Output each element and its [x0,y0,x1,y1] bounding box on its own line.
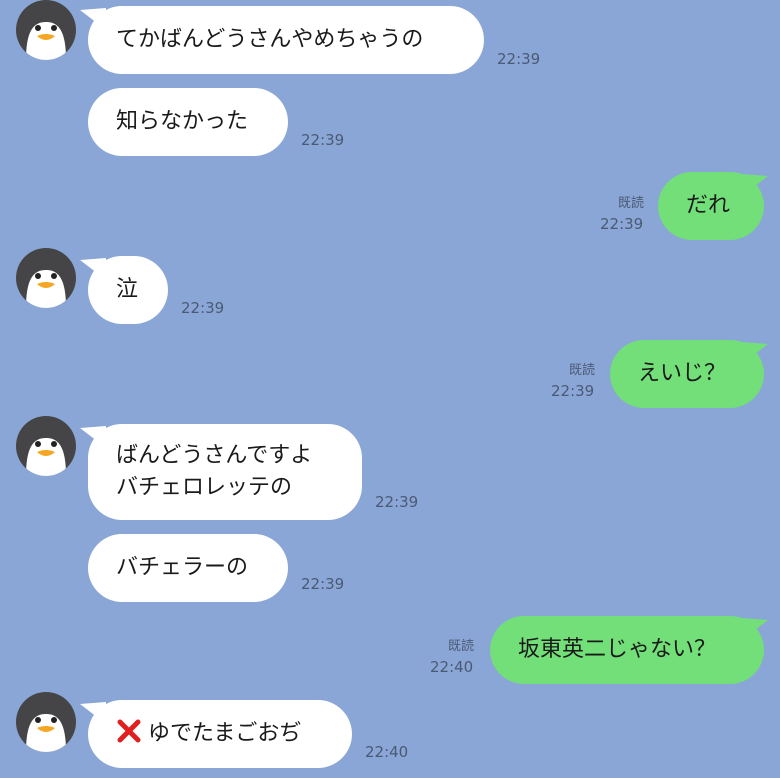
message-bubble[interactable]: バチェラーの [88,534,288,602]
message-time: 22:39 [375,493,419,511]
message-bubble[interactable]: 坂東英二じゃない？ [490,616,764,684]
message-time: 22:39 [497,50,541,68]
message-bubble[interactable]: 知らなかった [88,88,288,156]
message-text: えいじ？ [638,361,727,386]
penguin-avatar-icon[interactable] [16,248,76,308]
message-time: 22:39 [181,299,225,317]
message-text: てかばんどうさんやめちゃうの [116,27,424,52]
message-bubble[interactable]: ゆでたまごおぢ [88,700,352,768]
message-text: だれ [686,193,731,218]
message-text-line: バチェロレッテの [116,475,293,500]
message-time: 22:40 [365,743,409,761]
message-time: 22:39 [600,215,644,233]
message-bubble[interactable]: えいじ？ [610,340,764,408]
penguin-avatar-icon[interactable] [16,0,76,60]
message-bubble[interactable]: ばんどうさんですよ バチェロレッテの [88,424,362,520]
message-text: ゆでたまごおぢ [148,721,302,746]
message-text: 坂東英二じゃない？ [518,637,717,662]
message-time: 22:40 [430,658,474,676]
read-receipt: 既読 [618,196,645,211]
message-text-line: ばんどうさんですよ [116,443,313,468]
read-receipt: 既読 [448,639,475,654]
red-x-icon [116,718,142,744]
message-bubble[interactable]: だれ [658,172,764,240]
message-time: 22:39 [301,575,345,593]
penguin-avatar-icon[interactable] [16,692,76,752]
message-bubble[interactable]: 泣 [88,256,168,324]
penguin-avatar-icon[interactable] [16,416,76,476]
message-bubble[interactable]: てかばんどうさんやめちゃうの [88,6,484,74]
message-text: バチェラーの [116,555,249,580]
message-text: 知らなかった [116,109,249,134]
message-text: 泣 [116,277,139,302]
message-time: 22:39 [301,131,345,149]
read-receipt: 既読 [569,363,596,378]
message-time: 22:39 [551,382,595,400]
chat-screen: { "colors": { "background": "#8aa6d6", "… [0,0,780,778]
